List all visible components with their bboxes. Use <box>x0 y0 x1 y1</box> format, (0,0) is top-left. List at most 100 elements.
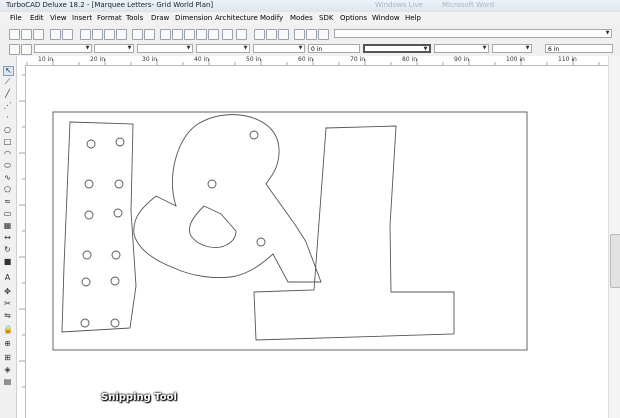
menu-window[interactable]: Window <box>372 14 400 22</box>
cut-icon[interactable] <box>80 29 91 40</box>
circle-icon[interactable]: ○ <box>3 126 12 134</box>
view-icon[interactable] <box>306 29 317 40</box>
layer-manager-icon[interactable] <box>9 44 20 55</box>
ruler-label: 80 in <box>402 56 418 63</box>
copy-icon[interactable] <box>92 29 103 40</box>
layer-select[interactable]: ▼ <box>34 44 92 53</box>
menu-bar: File Edit View Insert Format Tools Draw … <box>0 12 620 25</box>
group-icon[interactable]: ◈ <box>3 366 12 374</box>
rectangle-icon[interactable]: □ <box>3 138 12 146</box>
pen-width-select[interactable]: ▼ <box>196 44 250 53</box>
menu-format[interactable]: Format <box>97 14 122 22</box>
chevron-down-icon: ▼ <box>85 45 90 51</box>
vertical-scrollbar[interactable] <box>608 56 620 418</box>
format-painter-icon[interactable] <box>116 29 127 40</box>
print-icon[interactable] <box>50 29 61 40</box>
mirror-icon[interactable]: ⇋ <box>3 312 12 320</box>
undo-icon[interactable] <box>132 29 143 40</box>
hatch-icon[interactable]: ▦ <box>3 222 12 230</box>
bulb-hole <box>207 179 217 189</box>
rotate-icon[interactable]: ↻ <box>3 246 12 254</box>
bulb-hole <box>111 250 121 260</box>
pattern-select[interactable]: ▼ <box>492 44 532 53</box>
curve-icon[interactable]: ∿ <box>3 174 12 182</box>
line-icon[interactable]: ╱ <box>3 90 12 98</box>
arc-icon[interactable]: ◠ <box>3 150 12 158</box>
bulb-hole <box>82 250 92 260</box>
layer-icon[interactable] <box>254 29 265 40</box>
menu-architecture[interactable]: Architecture <box>215 14 258 22</box>
bulb-hole <box>110 276 120 286</box>
zoom-window-icon[interactable] <box>184 29 195 40</box>
menu-edit[interactable]: Edit <box>30 14 44 22</box>
new-file-icon[interactable] <box>9 29 20 40</box>
letter-i-outline <box>61 121 137 333</box>
grid-size-field[interactable]: 6 in <box>545 44 613 53</box>
letter-l-outline <box>253 125 455 341</box>
menu-help[interactable]: Help <box>405 14 421 22</box>
brush-select[interactable]: ▼ <box>363 44 431 53</box>
menu-dimension[interactable]: Dimension <box>175 14 212 22</box>
title-bar: TurboCAD Deluxe 18.2 - [Marquee Letters-… <box>0 0 620 12</box>
ruler-label: 100 in <box>506 56 525 63</box>
zoom-extents-icon[interactable] <box>196 29 207 40</box>
render-icon[interactable] <box>278 29 289 40</box>
ellipse-icon[interactable]: ⬭ <box>3 162 12 170</box>
menu-file[interactable]: File <box>10 14 22 22</box>
snap-icon[interactable] <box>236 29 247 40</box>
menu-view[interactable]: View <box>50 14 67 22</box>
window-title: TurboCAD Deluxe 18.2 - [Marquee Letters-… <box>6 1 214 9</box>
polyline-icon[interactable]: ⋰ <box>3 102 12 110</box>
drawing-canvas[interactable] <box>26 66 608 418</box>
print-preview-icon[interactable] <box>62 29 73 40</box>
wall-icon[interactable]: ▭ <box>3 210 12 218</box>
menu-draw[interactable]: Draw <box>151 14 169 22</box>
toolbar-dropdown[interactable]: ▼ <box>334 29 612 38</box>
bulb-hole <box>84 210 94 220</box>
horizontal-ruler: 10 in 20 in 30 in 40 in 50 in 60 in 70 i… <box>17 56 608 66</box>
polygon-icon[interactable]: ⬠ <box>3 186 12 194</box>
vertical-ruler <box>17 65 26 418</box>
insert-icon[interactable]: ⊞ <box>3 354 12 362</box>
pen-style-select[interactable]: ▼ <box>137 44 193 53</box>
text-icon[interactable]: A <box>3 274 12 282</box>
redraw-icon[interactable] <box>222 29 233 40</box>
measure-icon[interactable]: ⊕ <box>3 340 12 348</box>
point-icon[interactable]: · <box>3 114 12 122</box>
fill-select[interactable]: ▼ <box>434 44 489 53</box>
spline-icon[interactable]: ≈ <box>3 198 12 206</box>
node-edit-icon[interactable]: ⟋ <box>3 78 12 86</box>
menu-modify[interactable]: Modify <box>260 14 283 22</box>
dimension-icon[interactable]: ↔ <box>3 234 12 242</box>
menu-insert[interactable]: Insert <box>72 14 92 22</box>
thickness-field[interactable]: 0 in <box>308 44 360 53</box>
save-icon[interactable] <box>33 29 44 40</box>
camera-icon[interactable] <box>318 29 329 40</box>
trim-icon[interactable]: ✂ <box>3 300 12 308</box>
menu-tools[interactable]: Tools <box>126 14 143 22</box>
ruler-label: 30 in <box>142 56 158 63</box>
pan-icon[interactable] <box>208 29 219 40</box>
menu-options[interactable]: Options <box>340 14 367 22</box>
scale-select[interactable]: ▼ <box>253 44 305 53</box>
color-icon[interactable] <box>21 44 32 55</box>
menu-modes[interactable]: Modes <box>290 14 313 22</box>
scrollbar-thumb[interactable] <box>610 234 620 288</box>
ruler-label: 50 in <box>246 56 262 63</box>
ruler-label: 20 in <box>90 56 106 63</box>
menu-sdk[interactable]: SDK <box>319 14 333 22</box>
paste-icon[interactable] <box>104 29 115 40</box>
properties-icon[interactable] <box>266 29 277 40</box>
move-icon[interactable]: ✥ <box>3 288 12 296</box>
page-border <box>52 111 528 351</box>
color-fill-icon[interactable]: ■ <box>3 258 12 266</box>
select-arrow-icon[interactable]: ↖ <box>3 66 14 76</box>
redo-icon[interactable] <box>144 29 155 40</box>
zoom-in-icon[interactable] <box>160 29 171 40</box>
open-file-icon[interactable] <box>21 29 32 40</box>
library-icon[interactable]: ▤ <box>3 378 12 386</box>
zoom-out-icon[interactable] <box>172 29 183 40</box>
color-select[interactable]: ▼ <box>94 44 134 53</box>
workplane-icon[interactable] <box>294 29 305 40</box>
lock-icon[interactable]: 🔒 <box>3 326 13 334</box>
